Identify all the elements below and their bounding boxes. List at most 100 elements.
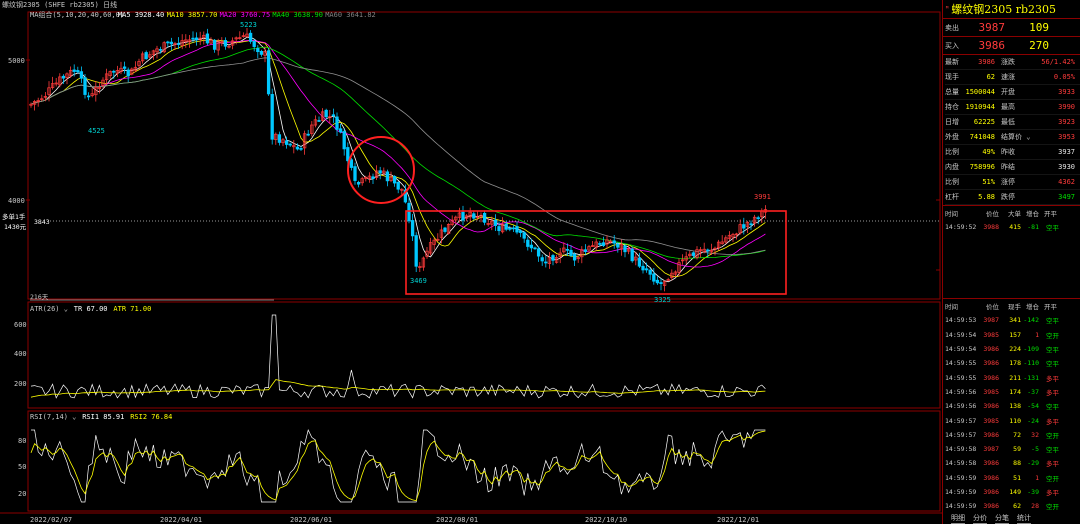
candle-body — [72, 69, 76, 72]
candle-body — [569, 249, 573, 256]
candle-body — [284, 140, 289, 145]
candle-body — [349, 159, 354, 168]
x-label-4: 2022/10/10 — [585, 516, 627, 524]
candle-body — [691, 252, 696, 256]
tick-row: 14:59:58 3987 59 -5 空平 — [945, 445, 1059, 455]
bottom-tab-0[interactable]: 明细 — [951, 513, 965, 524]
candle-body — [176, 43, 181, 45]
tick-row: 14:59:53 3987 341 -142 空平 — [945, 316, 1059, 326]
candle-body — [749, 223, 753, 226]
candle-body — [378, 170, 382, 174]
sell-row[interactable]: 卖出 3987 109 — [943, 18, 1080, 36]
candle-body — [288, 143, 292, 146]
candle-body — [565, 249, 570, 251]
ma-legend-item-5: MA60 3641.82 — [325, 11, 376, 19]
candle-body — [317, 120, 321, 122]
bottom-tab-1[interactable]: 分价 — [973, 513, 987, 524]
quote-row: 外盘 741048 结算价 ⌄ 3953 — [945, 130, 1080, 145]
lot-value: 1430元 — [4, 223, 27, 231]
quote-row: 比例 51% 涨停 4362 — [945, 175, 1080, 190]
x-label-1: 2022/04/01 — [160, 516, 202, 524]
high-price-label: 5223 — [240, 21, 257, 29]
quote-row: 总量 1500044 开盘 3933 — [945, 85, 1080, 100]
candle-body — [248, 32, 253, 42]
candle-body — [511, 227, 516, 230]
candle-body — [212, 39, 217, 50]
candle-body — [122, 66, 127, 69]
candle-body — [526, 239, 530, 247]
tick-row: 14:59:57 3986 72 32 空开 — [945, 430, 1059, 440]
rsi-legend-item-2: RSI2 76.84 — [130, 413, 172, 421]
candle-body — [61, 75, 66, 79]
tick-row: 14:59:52 3988 415 -81 空平 — [945, 223, 1059, 233]
candle-body — [641, 265, 645, 271]
candle-body — [353, 166, 357, 181]
candle-body — [410, 220, 415, 237]
candle-body — [83, 77, 87, 95]
quote-row: 杠杆 5.88 跌停 3497 — [945, 190, 1080, 205]
candle-body — [533, 247, 537, 250]
buy-row[interactable]: 买入 3986 270 — [943, 36, 1080, 54]
candle-body — [518, 230, 523, 233]
candle-body — [346, 147, 350, 162]
low-right-price-label: 3325 — [654, 296, 671, 304]
atr-legend: ATR(26) ⌄ TR 67.00 ATR 71.00 — [30, 305, 151, 313]
tick-row: 14:59:54 3985 157 1 空开 — [945, 330, 1059, 340]
candle-body — [356, 181, 361, 185]
low-left-price-label: 4525 — [88, 127, 105, 135]
big-order-ticks: 时间 价位 大单 增仓 开平 14:59:52 3988 415 -81 空平 — [943, 205, 1080, 235]
candle-body — [540, 257, 544, 262]
x-label-0: 2022/02/07 — [30, 516, 72, 524]
candle-body — [493, 219, 498, 226]
quote-row: 持仓 1910944 最高 3990 — [945, 100, 1080, 115]
candle-body — [338, 128, 343, 133]
y-label-5000: 5000 — [8, 57, 25, 65]
menu-marker-icon[interactable]: ᴹ — [945, 5, 949, 13]
quote-row: 最新 3986 涨跌 56/1.42% — [945, 55, 1080, 70]
candle-body — [392, 175, 397, 184]
tick-row: 14:59:58 3986 88 -29 多平 — [945, 459, 1059, 469]
candle-body — [385, 171, 390, 182]
rsi-axis-20: 20 — [18, 490, 26, 498]
candle-body — [277, 134, 282, 143]
candle-body — [508, 227, 512, 230]
candle-body — [79, 71, 84, 79]
kline-chart[interactable]: 螺纹钢2305 (SHFE rb2305) 日线 MA组合(5,10,20,40… — [0, 0, 942, 524]
rsi-legend-item-1: RSI1 85.91 — [82, 413, 124, 421]
candle-body — [126, 69, 130, 77]
x-label-3: 2022/08/01 — [436, 516, 478, 524]
bottom-tab-3[interactable]: 统计 — [1017, 513, 1031, 524]
candle-body — [194, 37, 199, 41]
candle-body — [256, 48, 260, 53]
tick-row: 14:59:55 3986 178 -110 空平 — [945, 359, 1059, 369]
candle-body — [112, 70, 116, 73]
candle-body — [443, 227, 447, 232]
rsi-legend: RSI(7,14) ⌄ RSI1 85.91 RSI2 76.84 — [30, 413, 172, 421]
candle-body — [598, 243, 602, 245]
candle-body — [252, 41, 256, 47]
candle-body — [396, 181, 400, 190]
candle-body — [270, 94, 274, 140]
candle-body — [529, 244, 534, 249]
candle-body — [612, 240, 616, 244]
candle-body — [299, 148, 303, 150]
lot-label: 多单1手 — [2, 212, 26, 221]
atr-axis-600: 600 — [14, 321, 27, 329]
candle-body — [706, 249, 710, 252]
quote-detail-table: 最新 3986 涨跌 56/1.42% 现手 62 速涨 0.05% 总量 1500044 开盘 39… — [943, 54, 1080, 205]
candle-body — [630, 248, 634, 262]
ma-legend-item-2: MA10 3857.70 — [167, 11, 218, 19]
candle-body — [205, 33, 210, 44]
atr-axis-400: 400 — [14, 350, 27, 358]
bottom-tab-2[interactable]: 分笔 — [995, 513, 1009, 524]
candle-body — [335, 116, 339, 130]
candle-body — [601, 242, 606, 246]
candle-body — [648, 269, 652, 275]
tick-row: 14:59:55 3986 211 -131 多平 — [945, 373, 1059, 383]
candle-body — [259, 50, 264, 55]
rsi-axis-50: 50 — [18, 463, 26, 471]
candle-body — [407, 202, 411, 222]
quote-row: 比例 49% 昨收 3937 — [945, 145, 1080, 160]
ticks-header: 时间 价位 现手 增仓 开平 — [945, 303, 1057, 312]
ma-legend-item-3: MA20 3760.75 — [220, 11, 271, 19]
